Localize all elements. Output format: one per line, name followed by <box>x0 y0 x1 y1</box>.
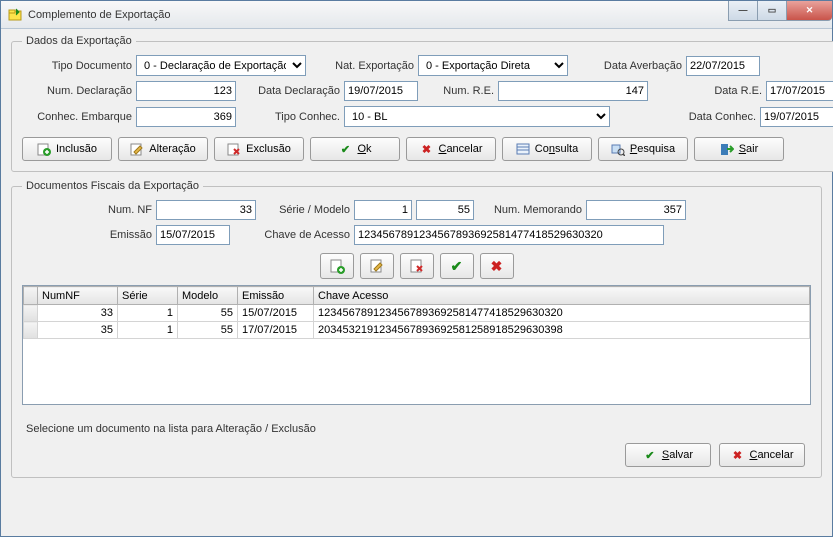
edit-icon <box>130 142 144 156</box>
documents-grid[interactable]: NumNF Série Modelo Emissão Chave Acesso … <box>22 285 811 405</box>
label-chave: Chave de Acesso <box>234 229 350 241</box>
doc-toolbar: ✔ ✖ <box>22 253 811 279</box>
titlebar: Complemento de Exportação ― ▭ ✕ <box>1 1 832 29</box>
cancel-icon: ✖ <box>419 142 433 156</box>
data-re-input[interactable] <box>766 81 833 101</box>
num-re-input[interactable] <box>498 81 648 101</box>
tipo-conhec-select[interactable]: 10 - BL <box>344 106 610 127</box>
close-window-button[interactable]: ✕ <box>786 1 832 21</box>
col-modelo[interactable]: Modelo <box>178 287 238 305</box>
cancelar-button[interactable]: ✖ Cancelar <box>406 137 496 161</box>
toolbar-row: Inclusão Alteração Exclusão ✔ Ok ✖ Cance… <box>22 133 833 161</box>
num-memorando-input[interactable] <box>586 200 686 220</box>
pesquisa-button[interactable]: Pesquisa <box>598 137 688 161</box>
maximize-button[interactable]: ▭ <box>757 1 787 21</box>
num-nf-input[interactable] <box>156 200 256 220</box>
col-serie[interactable]: Série <box>118 287 178 305</box>
label-num-nf: Num. NF <box>92 204 152 216</box>
conhec-embarque-input[interactable] <box>136 107 236 127</box>
col-emissao[interactable]: Emissão <box>238 287 314 305</box>
table-row[interactable]: 3515517/07/20152034532191234567893692581… <box>24 322 810 339</box>
minimize-button[interactable]: ― <box>728 1 758 21</box>
data-averbacao-input[interactable] <box>686 56 760 76</box>
doc-edit-button[interactable] <box>360 253 394 279</box>
window-controls: ― ▭ ✕ <box>729 1 832 23</box>
cancelar-bottom-button[interactable]: ✖ Cancelar <box>719 443 805 467</box>
check-icon: ✔ <box>338 142 352 156</box>
window: Complemento de Exportação ― ▭ ✕ Dados da… <box>0 0 833 537</box>
dados-exportacao-group: Dados da Exportação Tipo Documento 0 - D… <box>11 35 833 172</box>
alteracao-button[interactable]: Alteração <box>118 137 208 161</box>
data-declaracao-input[interactable] <box>344 81 418 101</box>
salvar-button[interactable]: ✔ Salvar <box>625 443 711 467</box>
inclusao-button[interactable]: Inclusão <box>22 137 112 161</box>
emissao-input[interactable] <box>156 225 230 245</box>
check-icon: ✔ <box>643 448 657 462</box>
window-title: Complemento de Exportação <box>28 9 729 21</box>
hint-text: Selecione um documento na lista para Alt… <box>26 423 811 435</box>
label-num-memo: Num. Memorando <box>478 204 582 216</box>
modelo-input[interactable] <box>416 200 474 220</box>
row-header-col <box>24 287 38 305</box>
col-numnf[interactable]: NumNF <box>38 287 118 305</box>
label-nat-export: Nat. Exportação <box>328 60 414 72</box>
nat-exportacao-select[interactable]: 0 - Exportação Direta <box>418 55 568 76</box>
search-icon <box>611 142 625 156</box>
tipo-documento-select[interactable]: 0 - Declaração de Exportação <box>136 55 306 76</box>
chave-acesso-input[interactable] <box>354 225 664 245</box>
docs-legend: Documentos Fiscais da Exportação <box>22 180 203 192</box>
serie-input[interactable] <box>354 200 412 220</box>
add-icon <box>37 142 51 156</box>
delete-icon <box>227 142 241 156</box>
label-data-conhec: Data Conhec. <box>664 111 756 123</box>
list-icon <box>516 142 530 156</box>
label-data-decl: Data Declaração <box>240 85 340 97</box>
bottom-buttons: ✔ Salvar ✖ Cancelar <box>22 443 811 467</box>
num-declaracao-input[interactable] <box>136 81 236 101</box>
doc-add-button[interactable] <box>320 253 354 279</box>
label-data-averb: Data Averbação <box>590 60 682 72</box>
exit-icon <box>720 142 734 156</box>
label-num-re: Num. R.E. <box>422 85 494 97</box>
label-data-re: Data R.E. <box>670 85 762 97</box>
ok-button[interactable]: ✔ Ok <box>310 137 400 161</box>
doc-delete-button[interactable] <box>400 253 434 279</box>
data-conhec-input[interactable] <box>760 107 833 127</box>
doc-ok-button[interactable]: ✔ <box>440 253 474 279</box>
app-icon <box>7 7 23 23</box>
label-tipo-conhec: Tipo Conhec. <box>240 111 340 123</box>
cancel-icon: ✖ <box>730 448 744 462</box>
consulta-button[interactable]: Consulta <box>502 137 592 161</box>
label-emissao: Emissão <box>92 229 152 241</box>
col-chave[interactable]: Chave Acesso <box>314 287 810 305</box>
label-tipo-doc: Tipo Documento <box>22 60 132 72</box>
sair-button[interactable]: Sair <box>694 137 784 161</box>
label-serie-modelo: Série / Modelo <box>260 204 350 216</box>
dados-legend: Dados da Exportação <box>22 35 136 47</box>
doc-cancel-button[interactable]: ✖ <box>480 253 514 279</box>
label-num-decl: Num. Declaração <box>22 85 132 97</box>
table-row[interactable]: 3315515/07/20151234567891234567893692581… <box>24 305 810 322</box>
documentos-fiscais-group: Documentos Fiscais da Exportação Num. NF… <box>11 180 822 478</box>
exclusao-button[interactable]: Exclusão <box>214 137 304 161</box>
label-conhec-emb: Conhec. Embarque <box>22 111 132 123</box>
